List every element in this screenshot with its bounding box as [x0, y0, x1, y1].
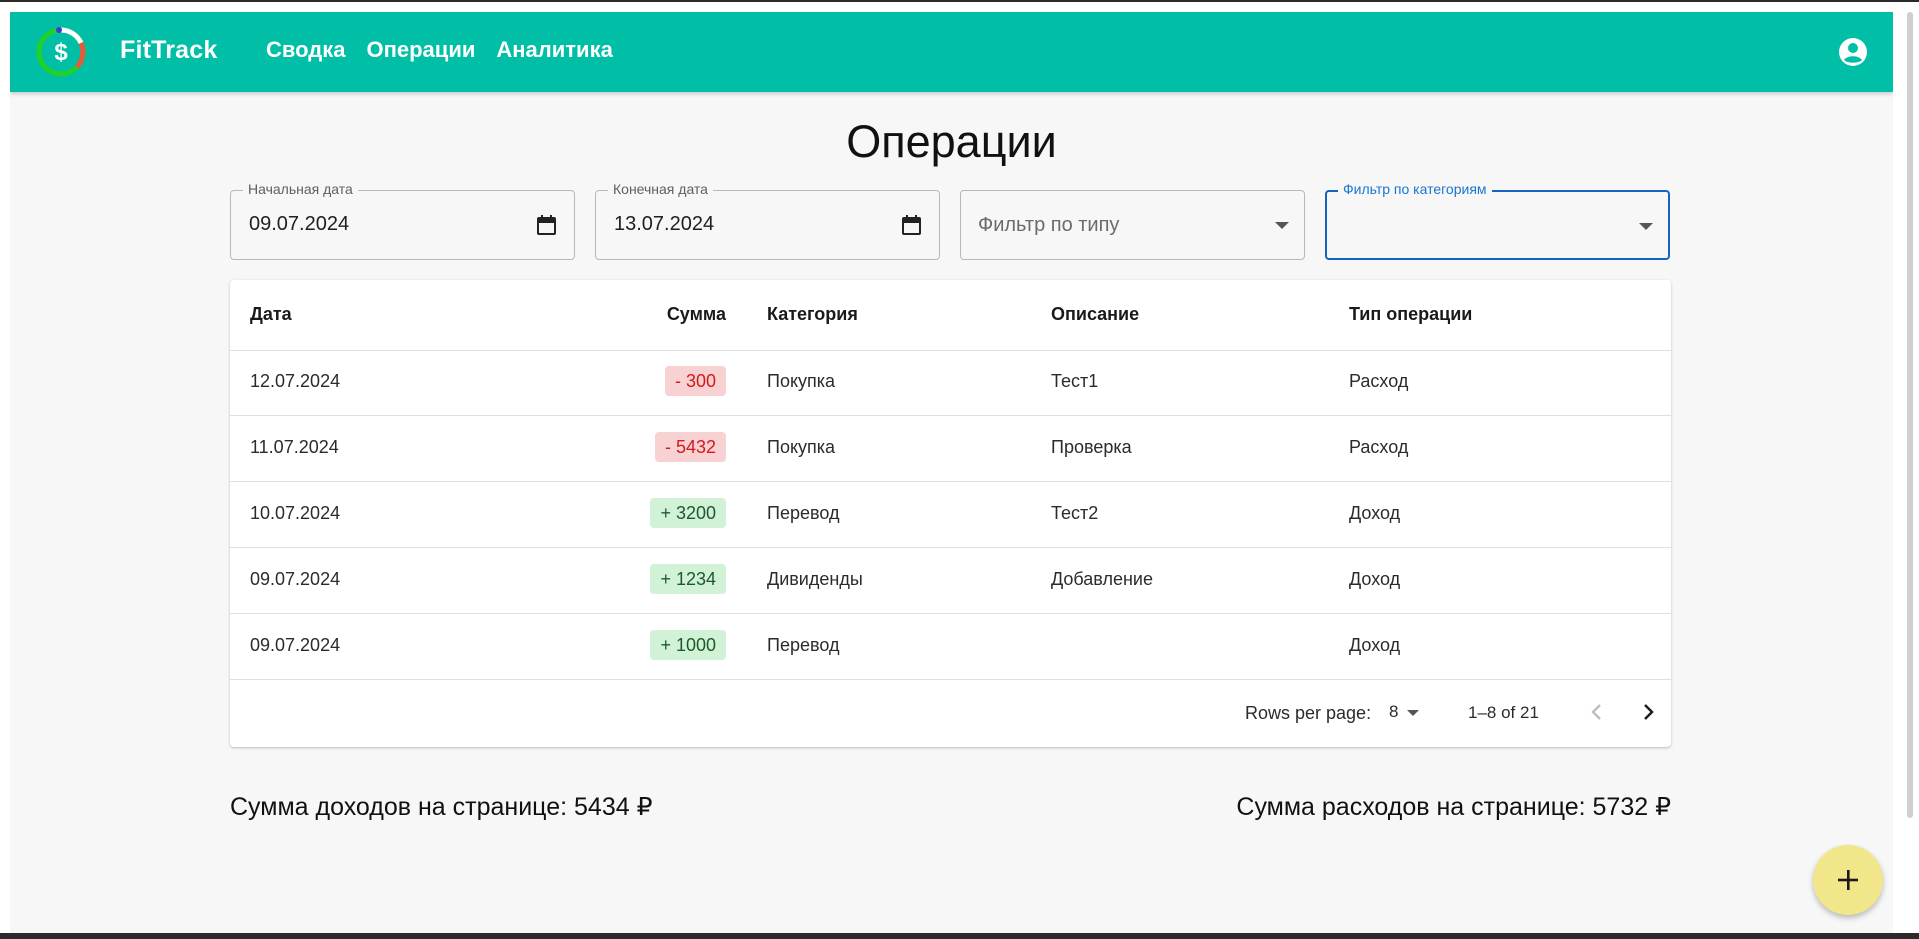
rows-per-page-label: Rows per page: [1245, 703, 1372, 723]
category-filter-select[interactable]: Фильтр по категориям [1325, 181, 1670, 260]
type-filter-placeholder: Фильтр по типу [978, 214, 1120, 236]
amount-badge: + 1000 [650, 630, 726, 660]
cell-date: 11.07.2024 [250, 437, 339, 457]
amount-badge: + 3200 [650, 498, 726, 528]
dollar-logo-icon[interactable]: $ [34, 25, 88, 79]
cell-description: Проверка [1051, 437, 1132, 457]
page-scrollbar[interactable] [1907, 12, 1913, 818]
header-type[interactable]: Тип операции [1349, 304, 1472, 325]
calendar-icon[interactable] [902, 215, 921, 235]
table-pagination: Rows per page: 8 1–8 of 21 [230, 680, 1671, 746]
chevron-right-icon[interactable] [1636, 700, 1660, 724]
brand-name[interactable]: FitTrack [120, 36, 217, 65]
end-date-value[interactable]: 13.07.2024 [614, 213, 714, 236]
cell-description: Тест2 [1051, 503, 1099, 523]
plus-icon [1838, 870, 1858, 890]
nav-analytics[interactable]: Аналитика [496, 37, 612, 63]
cell-date: 12.07.2024 [250, 371, 341, 391]
cell-category: Перевод [767, 503, 840, 523]
chevron-down-icon[interactable] [1407, 710, 1419, 716]
operations-table: Дата Сумма Категория Описание Тип операц… [230, 280, 1671, 747]
cell-date: 09.07.2024 [250, 569, 341, 589]
table-row[interactable]: 10.07.2024 + 3200 Перевод Тест2 Доход [230, 482, 1671, 548]
amount-badge: + 1234 [650, 564, 726, 594]
svg-text:$: $ [54, 39, 68, 66]
table-header: Дата Сумма Категория Описание Тип операц… [230, 280, 1671, 351]
page-title: Операции [846, 116, 1057, 167]
cell-description: Добавление [1051, 569, 1153, 589]
income-total: Сумма доходов на странице: 5434 ₽ [230, 793, 653, 821]
cell-date: 10.07.2024 [250, 503, 341, 523]
cell-category: Покупка [767, 437, 836, 457]
cell-type: Доход [1349, 635, 1401, 655]
amount-badge: - 5432 [654, 432, 726, 462]
start-date-label: Начальная дата [243, 181, 358, 197]
cell-category: Перевод [767, 635, 840, 655]
header-description[interactable]: Описание [1051, 304, 1139, 325]
table-row[interactable]: 09.07.2024 + 1000 Перевод Доход [230, 614, 1671, 680]
pagination-range: 1–8 of 21 [1468, 703, 1539, 722]
cell-type: Расход [1349, 437, 1409, 457]
window-bottom-border [0, 933, 1919, 939]
header-category[interactable]: Категория [767, 304, 858, 325]
cell-type: Расход [1349, 371, 1409, 391]
table-row[interactable]: 11.07.2024 - 5432 Покупка Проверка Расхо… [230, 416, 1671, 482]
cell-date: 09.07.2024 [250, 635, 341, 655]
amount-badge: - 300 [664, 366, 726, 396]
end-date-label: Конечная дата [608, 181, 713, 197]
window-top-border [0, 0, 1919, 2]
nav-summary[interactable]: Сводка [266, 37, 345, 63]
nav-operations[interactable]: Операции [366, 37, 475, 63]
main-nav: Сводка Операции Аналитика [266, 37, 613, 63]
app-viewport: $ FitTrack Сводка Операции Аналитика Опе… [10, 12, 1893, 933]
table-row[interactable]: 09.07.2024 + 1234 Дивиденды Добавление Д… [230, 548, 1671, 614]
table-row[interactable]: 12.07.2024 - 300 Покупка Тест1 Расход [230, 350, 1671, 416]
category-filter-label: Фильтр по категориям [1338, 181, 1492, 197]
chevron-down-icon[interactable] [1275, 222, 1289, 229]
end-date-field[interactable]: Конечная дата 13.07.2024 [595, 181, 940, 260]
header-amount[interactable]: Сумма [667, 304, 726, 325]
cell-category: Дивиденды [767, 569, 863, 589]
type-filter-select[interactable]: Фильтр по типу [960, 190, 1305, 260]
cell-type: Доход [1349, 569, 1401, 589]
rows-per-page-select[interactable]: 8 [1389, 702, 1398, 722]
header-date[interactable]: Дата [250, 304, 292, 325]
chevron-left-icon[interactable] [1585, 700, 1609, 724]
add-operation-button[interactable] [1813, 845, 1883, 915]
expense-total: Сумма расходов на странице: 5732 ₽ [1236, 793, 1671, 821]
cell-category: Покупка [767, 371, 836, 391]
cell-type: Доход [1349, 503, 1401, 523]
calendar-icon[interactable] [537, 215, 556, 235]
start-date-field[interactable]: Начальная дата 09.07.2024 [230, 181, 575, 260]
app-bar: $ FitTrack Сводка Операции Аналитика [10, 12, 1893, 92]
start-date-value[interactable]: 09.07.2024 [249, 213, 349, 236]
chevron-down-icon[interactable] [1639, 223, 1653, 230]
account-circle-icon[interactable] [1837, 36, 1869, 68]
cell-description: Тест1 [1051, 371, 1099, 391]
